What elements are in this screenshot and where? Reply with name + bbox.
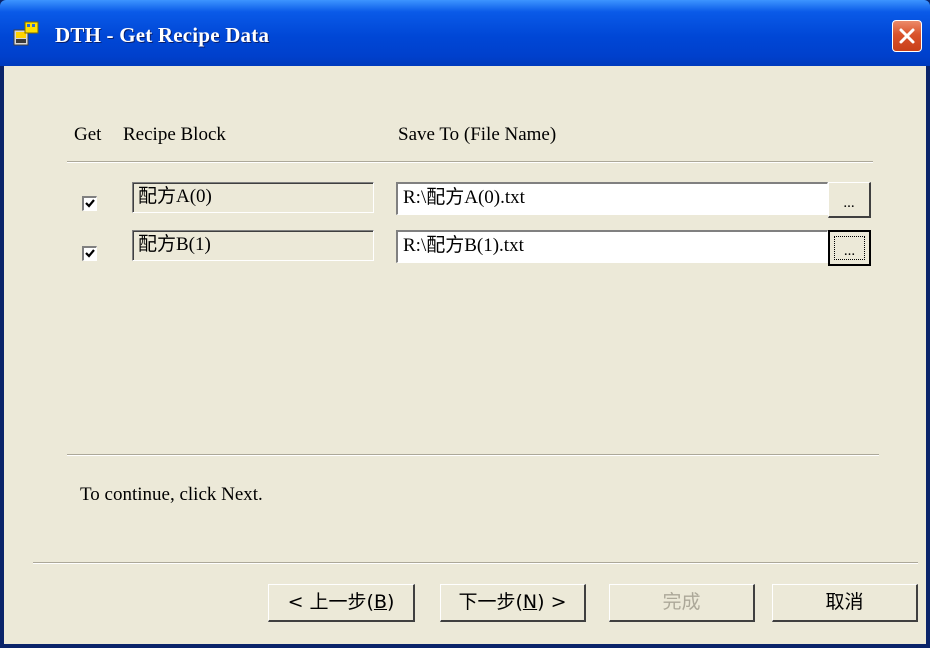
row-1-browse-label: ... xyxy=(843,195,855,211)
app-icon xyxy=(13,21,39,47)
row-2-browse-button[interactable]: ... xyxy=(828,230,871,266)
next-button[interactable]: 下一步(N) > xyxy=(440,584,586,622)
row-2-recipe-block-field: 配方B(1) xyxy=(132,230,374,261)
finish-button: 完成 xyxy=(609,584,755,622)
row-2-save-path-input[interactable]: R:\配方B(1).txt xyxy=(396,230,828,263)
close-button[interactable] xyxy=(892,20,922,52)
back-button-label: < 上一步( xyxy=(287,591,374,613)
dialog-client-area: Get Recipe Block Save To (File Name) 配方A… xyxy=(4,66,926,644)
next-button-label-end: ) > xyxy=(537,591,567,613)
back-button-mnemonic: B xyxy=(373,591,387,613)
row-2-browse-label: ... xyxy=(843,243,856,259)
dialog-window: DTH - Get Recipe Data Get Recipe Block S… xyxy=(0,0,930,648)
row-2-get-checkbox[interactable] xyxy=(82,246,97,261)
close-icon xyxy=(899,28,915,44)
back-button[interactable]: < 上一步(B) xyxy=(268,584,415,622)
row-1-browse-button[interactable]: ... xyxy=(828,182,871,218)
column-header-recipe-block: Recipe Block xyxy=(123,124,226,145)
checkmark-icon xyxy=(85,199,95,208)
title-bar[interactable]: DTH - Get Recipe Data xyxy=(0,0,930,66)
bottom-separator xyxy=(67,454,879,456)
next-button-mnemonic: N xyxy=(522,591,538,613)
window-title: DTH - Get Recipe Data xyxy=(55,23,270,47)
next-button-label: 下一步( xyxy=(458,591,523,613)
row-1-recipe-block-field: 配方A(0) xyxy=(132,182,374,213)
row-1-save-path-input[interactable]: R:\配方A(0).txt xyxy=(396,182,828,215)
column-header-save-to: Save To (File Name) xyxy=(398,124,557,145)
continue-hint-text: To continue, click Next. xyxy=(80,484,263,505)
back-button-label-end: ) xyxy=(387,591,395,613)
row-1-get-checkbox[interactable] xyxy=(82,196,97,211)
button-separator xyxy=(33,562,918,564)
column-header-get: Get xyxy=(74,124,102,145)
header-separator xyxy=(67,161,873,163)
checkmark-icon xyxy=(85,249,95,258)
cancel-button[interactable]: 取消 xyxy=(772,584,918,622)
